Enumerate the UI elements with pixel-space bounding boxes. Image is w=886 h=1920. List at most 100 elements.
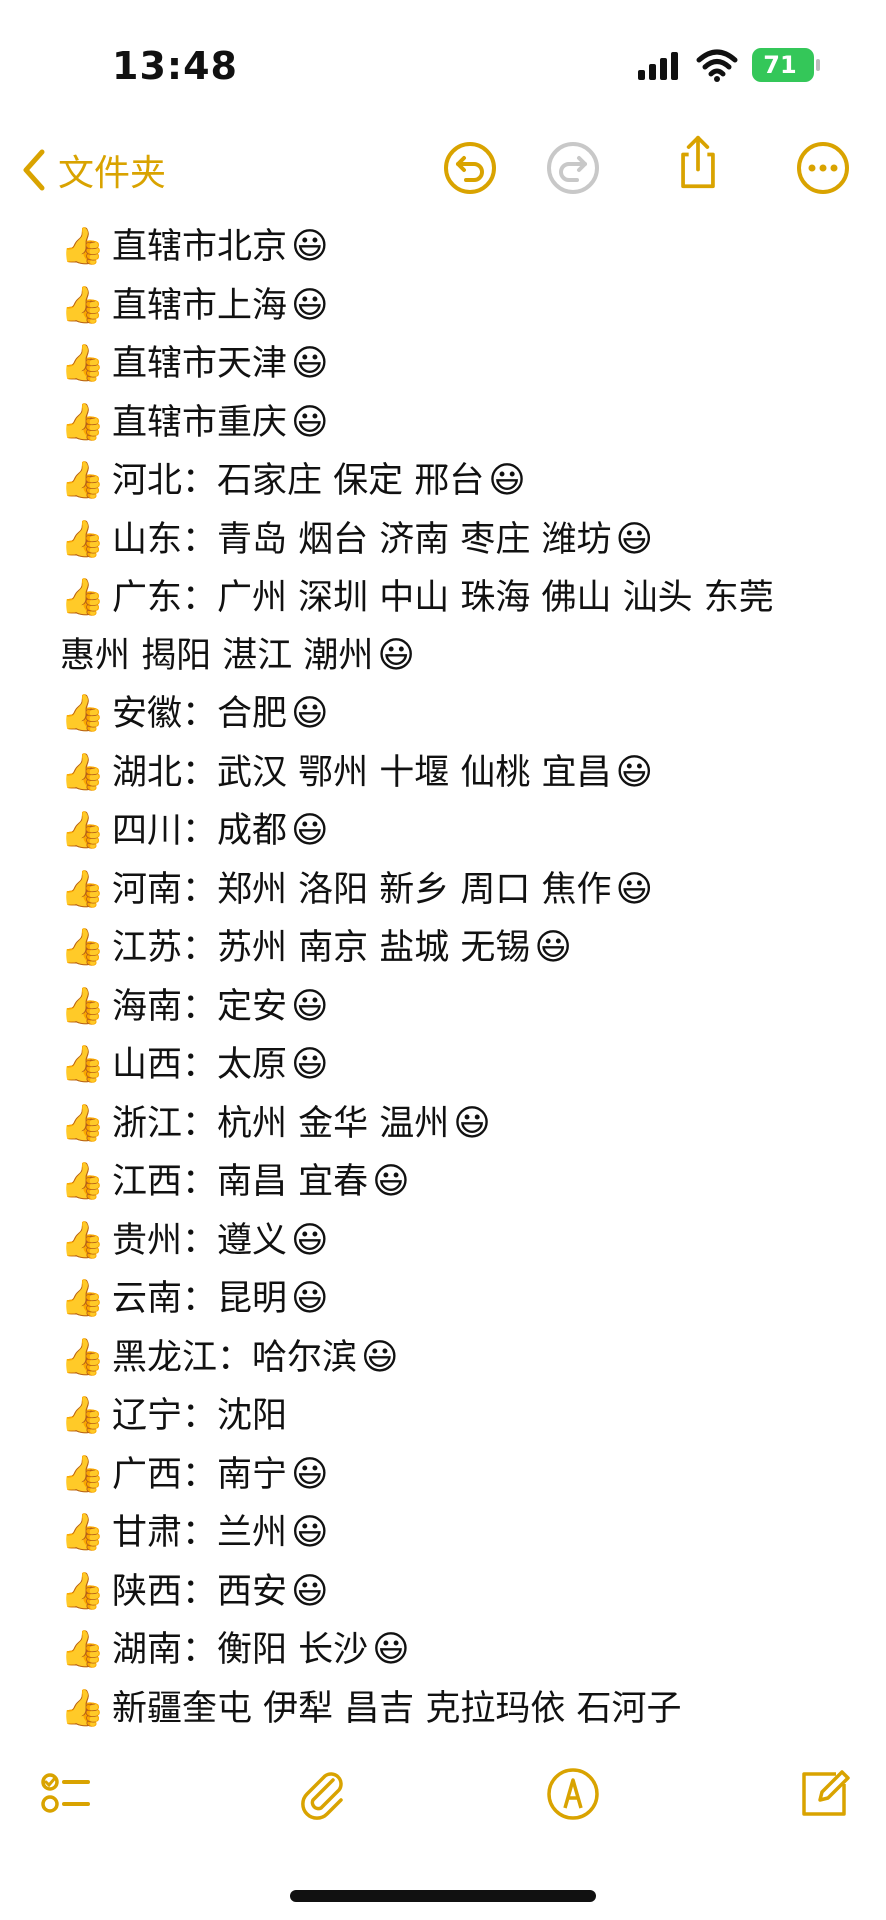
share-icon[interactable] (670, 134, 726, 190)
note-line: 👍 山西：太原 😃 (60, 1036, 840, 1095)
note-line-text: 惠州 揭阳 湛江 潮州 (60, 635, 374, 676)
note-line-text: 江苏：苏州 南京 盐城 无锡 (112, 928, 531, 968)
note-line: 👍 河北：石家庄 保定 邢台 😃 (60, 452, 840, 511)
thumbs-up-icon: 👍 (60, 1512, 105, 1553)
note-line: 👍 新疆奎屯 伊犁 昌吉 克拉玛依 石河子 (60, 1680, 840, 1739)
note-line: 👍 甘肃：兰州 😃 (60, 1504, 840, 1563)
thumbs-up-icon: 👍 (60, 1687, 105, 1729)
battery-icon: 71 (752, 48, 820, 82)
thumbs-up-icon: 👍 (60, 1395, 105, 1436)
note-line: 👍 江西：南昌 宜春 😃 (60, 1153, 840, 1212)
note-line-text: 陕西：西安 (112, 1571, 288, 1612)
thumbs-up-icon: 👍 (60, 343, 105, 384)
home-indicator[interactable] (290, 1890, 596, 1902)
back-button[interactable]: 文件夹 (18, 144, 166, 196)
thumbs-up-icon: 👍 (60, 751, 105, 793)
note-line: 👍 陕西：西安 😃 (60, 1563, 840, 1622)
compose-icon[interactable] (796, 1766, 852, 1822)
note-line: 👍 广西：南宁 😃 (60, 1446, 840, 1505)
note-line: 👍 安徽：合肥 😃 (60, 685, 840, 744)
smiley-icon: 😃 (372, 1161, 410, 1202)
note-line-text: 直辖市天津 (112, 344, 288, 384)
note-line-text: 河南：郑州 洛阳 新乡 周口 焦作 (112, 869, 612, 910)
smiley-icon: 😃 (291, 1453, 329, 1495)
status-time: 13:48 (112, 44, 238, 88)
note-line: 👍 云南：昆明 😃 (60, 1270, 840, 1329)
note-line-text: 贵州：遵义 (112, 1220, 288, 1261)
battery-level: 71 (763, 51, 797, 79)
smiley-icon: 😃 (291, 1044, 329, 1085)
thumbs-up-icon: 👍 (60, 1336, 105, 1378)
checklist-icon[interactable] (38, 1766, 94, 1822)
chevron-left-icon (23, 149, 45, 191)
notes-nav-bar: 文件夹 (0, 130, 886, 210)
note-line-text: 山东：青岛 烟台 济南 枣庄 潍坊 (112, 519, 612, 560)
note-line: 👍 河南：郑州 洛阳 新乡 周口 焦作 😃 (60, 861, 840, 920)
battery-cap (816, 59, 820, 71)
cellular-signal-icon (638, 52, 678, 80)
note-line-part: 惠州 揭阳 湛江 潮州 😃 (60, 627, 840, 685)
thumbs-up-icon: 👍 (60, 985, 105, 1027)
note-line: 👍 山东：青岛 烟台 济南 枣庄 潍坊 😃 (60, 511, 840, 570)
note-line: 👍 海南：定安 😃 (60, 978, 840, 1037)
smiley-icon: 😃 (291, 1512, 329, 1553)
smiley-icon: 😃 (291, 1219, 329, 1261)
note-line-text: 安徽：合肥 (112, 694, 288, 734)
note-line: 👍 四川：成都 😃 (60, 802, 840, 861)
note-line-text: 海南：定安 (112, 986, 288, 1027)
smiley-icon: 😃 (291, 343, 329, 384)
note-line-part: 👍 广东：广州 深圳 中山 珠海 佛山 汕头 东莞 (60, 569, 840, 627)
note-line: 👍 直辖市上海 😃 (60, 277, 840, 336)
smiley-icon: 😃 (291, 810, 329, 851)
note-line-text: 新疆奎屯 伊犁 昌吉 克拉玛依 石河子 (112, 1688, 682, 1729)
smiley-icon: 😃 (291, 284, 329, 326)
undo-icon[interactable] (442, 140, 498, 196)
smiley-icon: 😃 (453, 1102, 491, 1144)
note-line: 👍 湖北：武汉 鄂州 十堰 仙桃 宜昌 😃 (60, 744, 840, 803)
bottom-toolbar (0, 1752, 886, 1832)
thumbs-up-icon: 👍 (60, 284, 105, 326)
note-line-text: 直辖市北京 (112, 227, 288, 267)
thumbs-up-icon: 👍 (60, 927, 105, 968)
smiley-icon: 😃 (291, 401, 329, 443)
thumbs-up-icon: 👍 (60, 1044, 105, 1085)
note-line-text: 湖南：衡阳 长沙 (112, 1630, 369, 1670)
thumbs-up-icon: 👍 (60, 693, 105, 734)
markup-pen-icon[interactable] (545, 1766, 601, 1822)
note-line-text: 四川：成都 (112, 811, 288, 851)
smiley-icon: 😃 (291, 985, 329, 1027)
note-line-text: 江西：南昌 宜春 (112, 1162, 369, 1202)
more-icon[interactable] (795, 140, 851, 196)
back-label: 文件夹 (58, 153, 167, 194)
note-line-text: 黑龙江：哈尔滨 (112, 1337, 358, 1378)
thumbs-up-icon: 👍 (60, 1629, 105, 1670)
attachment-icon[interactable] (295, 1766, 351, 1822)
note-line-text: 甘肃：兰州 (112, 1513, 288, 1553)
note-line: 👍 直辖市天津 😃 (60, 335, 840, 394)
smiley-icon: 😃 (615, 868, 654, 910)
status-bar: 13:48 71 (0, 0, 886, 120)
note-line-text: 河北：石家庄 保定 邢台 (112, 461, 485, 501)
note-line-text: 广西：南宁 (112, 1454, 288, 1495)
smiley-icon: 😃 (377, 634, 415, 676)
thumbs-up-icon: 👍 (60, 1161, 105, 1202)
thumbs-up-icon: 👍 (60, 226, 105, 267)
note-line-text: 云南：昆明 (112, 1279, 288, 1319)
note-line: 👍 浙江：杭州 金华 温州 😃 (60, 1095, 840, 1154)
thumbs-up-icon: 👍 (60, 460, 105, 501)
thumbs-up-icon: 👍 (60, 1570, 105, 1612)
note-line: 👍 辽宁：沈阳 (60, 1387, 840, 1446)
smiley-icon: 😃 (291, 1278, 329, 1319)
thumbs-up-icon: 👍 (60, 1102, 105, 1144)
thumbs-up-icon: 👍 (60, 868, 105, 910)
smiley-icon: 😃 (615, 518, 654, 560)
note-line-text: 浙江：杭州 金华 温州 (112, 1103, 450, 1144)
note-line: 👍 直辖市北京 😃 (60, 218, 840, 277)
note-line-text: 山西：太原 (112, 1045, 288, 1085)
wifi-icon (696, 49, 738, 82)
note-body[interactable]: 👍 直辖市北京 😃 👍 直辖市上海 😃 👍 直辖市天津 😃 👍 直辖市重庆 😃 👍 河北：石家庄 保定 邢… (60, 218, 840, 1738)
redo-icon[interactable] (545, 140, 601, 196)
thumbs-up-icon: 👍 (60, 1219, 105, 1261)
thumbs-up-icon: 👍 (60, 576, 105, 618)
note-line: 👍 直辖市重庆 😃 (60, 394, 840, 453)
